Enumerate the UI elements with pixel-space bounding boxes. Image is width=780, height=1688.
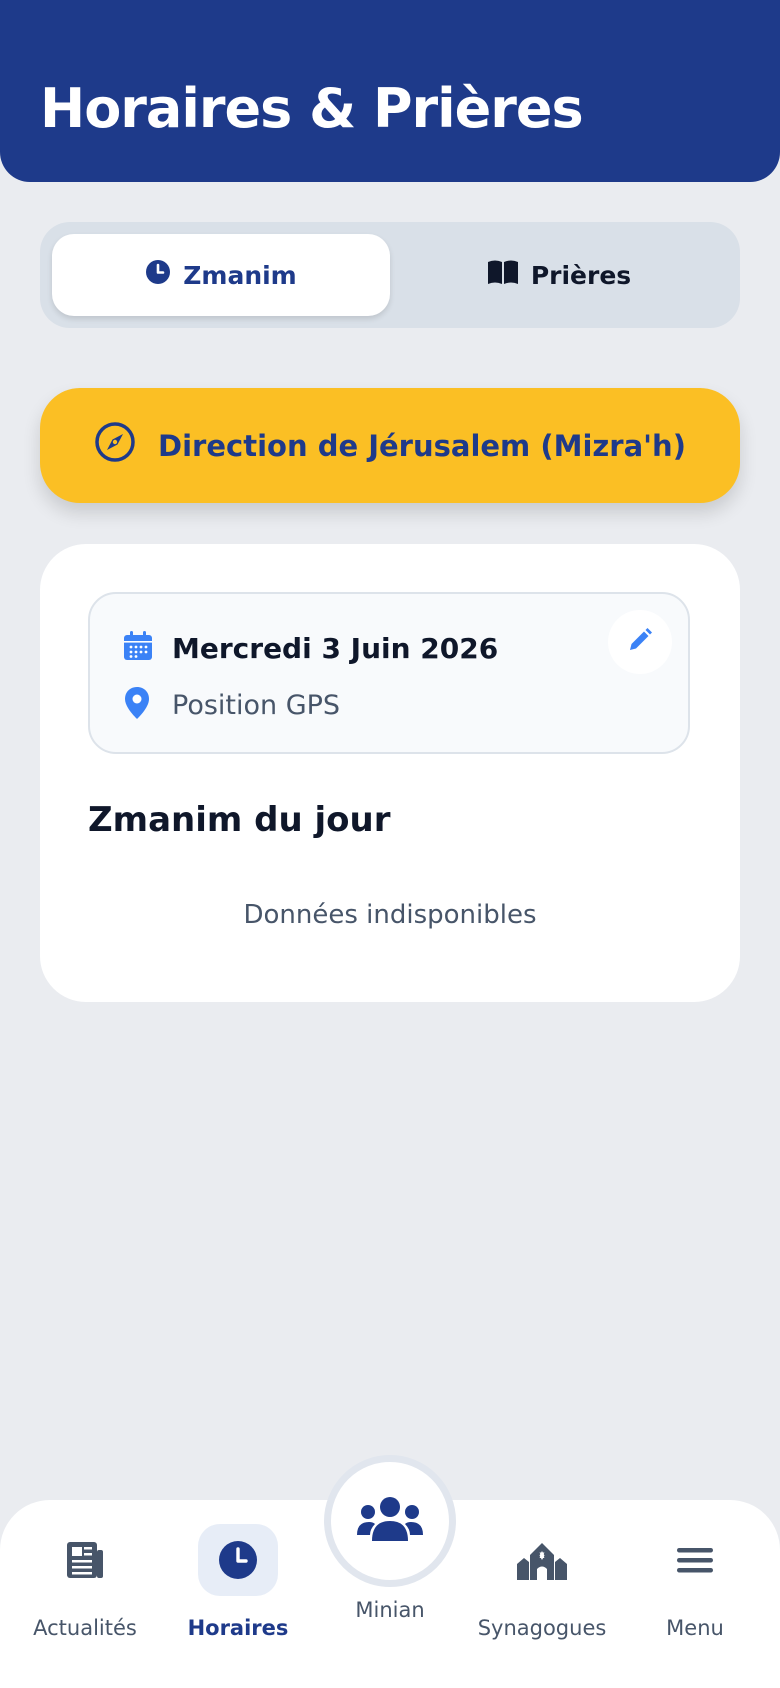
clock-icon (198, 1524, 278, 1596)
clock-icon (145, 259, 171, 291)
book-icon (487, 259, 519, 291)
map-pin-icon (124, 686, 150, 724)
segmented-control: Zmanim Prières (40, 222, 740, 328)
nav-item-actualites[interactable]: Actualités (10, 1500, 160, 1688)
empty-state-message: Données indisponibles (243, 900, 537, 930)
page-title: Horaires & Prières (40, 77, 584, 140)
nav-label-actualites: Actualités (33, 1616, 137, 1640)
menu-icon (655, 1524, 735, 1596)
zmanim-card: Mercredi 3 Juin 2026 Position GPS Zmanim… (40, 544, 740, 1002)
tab-zmanim-label: Zmanim (183, 260, 297, 290)
location-text: Position GPS (172, 689, 341, 721)
tab-prieres[interactable]: Prières (390, 234, 728, 316)
users-icon (357, 1495, 423, 1547)
calendar-icon (122, 630, 154, 666)
app-header: Horaires & Prières (0, 0, 780, 182)
compass-icon (94, 421, 136, 470)
edit-date-button[interactable] (608, 610, 672, 674)
mizrah-button-label: Direction de Jérusalem (Mizra'h) (158, 428, 686, 463)
synagogue-icon (502, 1524, 582, 1596)
nav-item-menu[interactable]: Menu (620, 1500, 770, 1688)
tab-zmanim[interactable]: Zmanim (52, 234, 390, 316)
nav-item-minian[interactable] (324, 1455, 456, 1587)
selected-date: Mercredi 3 Juin 2026 (172, 631, 499, 665)
location-row: Position GPS (124, 686, 340, 724)
nav-label-menu: Menu (666, 1616, 724, 1640)
nav-label-horaires: Horaires (187, 1616, 289, 1640)
date-location-box: Mercredi 3 Juin 2026 Position GPS (88, 592, 690, 754)
section-title: Zmanim du jour (88, 800, 391, 840)
nav-item-horaires[interactable]: Horaires (163, 1500, 313, 1688)
pencil-icon (626, 626, 654, 658)
nav-label-synagogues: Synagogues (477, 1616, 607, 1640)
tab-prieres-label: Prières (530, 260, 632, 290)
nav-label-minian: Minian (355, 1598, 425, 1622)
date-row: Mercredi 3 Juin 2026 (122, 630, 498, 666)
mizrah-direction-button[interactable]: Direction de Jérusalem (Mizra'h) (40, 388, 740, 503)
newspaper-icon (45, 1524, 125, 1596)
nav-item-synagogues[interactable]: Synagogues (467, 1500, 617, 1688)
